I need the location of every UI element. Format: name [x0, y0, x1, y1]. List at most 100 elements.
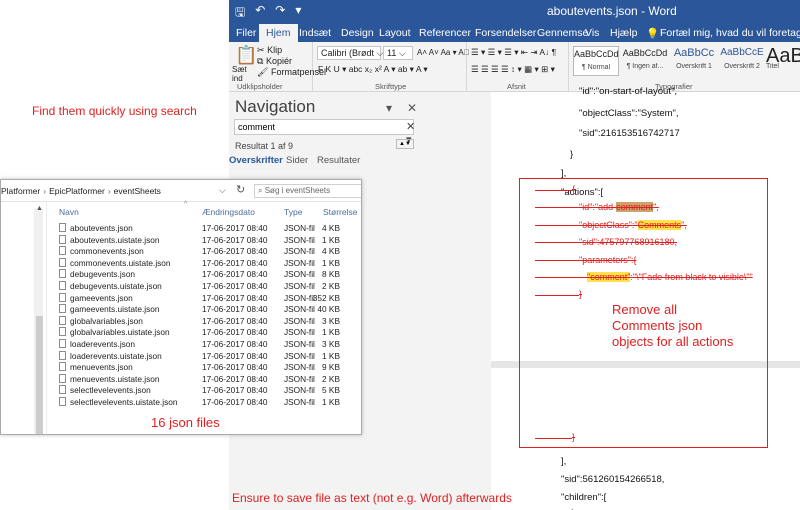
- style-heading-2[interactable]: AaBbCcE Overskrift 2: [719, 46, 765, 76]
- file-icon: [59, 281, 66, 290]
- annotation-remove: Remove all Comments json objects for all…: [612, 302, 733, 350]
- tab-design[interactable]: Design: [341, 27, 374, 39]
- screenshot-root: 🖫 ↶ ↷ ▾ aboutevents.json - Word Filer Hj…: [0, 0, 800, 510]
- file-size: 1 KB: [322, 397, 340, 407]
- style-name: Overskrift 1: [676, 63, 712, 70]
- column-header-type[interactable]: Type: [284, 207, 302, 217]
- search-icon: ⌕: [258, 186, 263, 195]
- style-heading-1[interactable]: AaBbCc Overskrift 1: [671, 46, 717, 76]
- breadcrumb[interactable]: Platformer › EpicPlatformer › eventSheets: [1, 186, 161, 196]
- tab-layout[interactable]: Layout: [379, 27, 411, 39]
- font-name-select[interactable]: Calibri (Brødt ⌵: [317, 46, 383, 60]
- table-row[interactable]: menuevents.uistate.json 17-06-2017 08:40 J…: [53, 373, 361, 385]
- table-row[interactable]: aboutevents.json 17-06-2017 08:40 JSON-fil…: [53, 222, 361, 234]
- table-row[interactable]: globalvariables.uistate.json 17-06-2017 0…: [53, 326, 361, 338]
- result-nav-arrows[interactable]: ▲▼: [396, 139, 414, 149]
- file-icon: [59, 304, 66, 314]
- redo-icon[interactable]: ↷: [275, 3, 285, 24]
- address-dropdown-icon[interactable]: ⌵: [219, 185, 226, 196]
- table-row[interactable]: commonevents.uistate.json 17-06-2017 08:4…: [53, 257, 361, 269]
- tell-me-search[interactable]: Fortæl mig, hvad du vil foretage dig: [660, 27, 800, 39]
- table-row[interactable]: gameevents.json 17-06-2017 08:40 JSON-fil 3…: [53, 292, 361, 304]
- table-row[interactable]: debugevents.json 17-06-2017 08:40 JSON-fil…: [53, 268, 361, 280]
- search-placeholder: Søg i eventSheets: [264, 186, 331, 195]
- table-row[interactable]: selectlevelevents.uistate.json 17-06-2017…: [53, 396, 361, 408]
- style-preview: AaBbCc: [673, 47, 715, 59]
- refresh-icon[interactable]: ↻: [236, 183, 245, 196]
- file-date: 17-06-2017 08:40: [202, 327, 268, 338]
- paste-button[interactable]: Sæt ind: [232, 65, 254, 83]
- table-row[interactable]: debugevents.uistate.json 17-06-2017 08:40…: [53, 280, 361, 292]
- file-size: 9 KB: [322, 362, 340, 373]
- save-icon[interactable]: 🖫: [235, 3, 245, 24]
- table-row[interactable]: aboutevents.uistate.json 17-06-2017 08:40…: [53, 234, 361, 246]
- tab-hjem[interactable]: Hjem: [259, 24, 298, 42]
- breadcrumb-separator: ›: [107, 186, 111, 196]
- cut-label: Klip: [267, 45, 283, 55]
- font-size-select[interactable]: 11 ⌵: [383, 46, 413, 60]
- nav-tab-headings[interactable]: Overskrifter: [229, 155, 283, 166]
- file-size: 2 KB: [322, 281, 340, 291]
- table-row[interactable]: gameevents.uistate.json 17-06-2017 08:40 J…: [53, 303, 361, 315]
- style-title[interactable]: AaB Titel: [766, 46, 800, 76]
- tab-gennemse[interactable]: Gennemse: [537, 27, 588, 39]
- breadcrumb-item[interactable]: EpicPlatformer: [49, 186, 105, 196]
- search-result-count: Resultat 1 af 9: [235, 141, 294, 151]
- cut-button[interactable]: ✂ Klip: [257, 45, 282, 56]
- file-name: globalvariables.json: [70, 315, 143, 326]
- column-header-date[interactable]: Ændringsdato: [202, 207, 255, 217]
- table-row[interactable]: globalvariables.json 17-06-2017 08:40 JSON…: [53, 315, 361, 327]
- pane-options-icon[interactable]: ▾: [386, 101, 392, 115]
- file-date: 17-06-2017 08:40: [202, 373, 268, 384]
- close-pane-icon[interactable]: ✕: [407, 101, 417, 115]
- file-size: 1 KB: [322, 350, 340, 361]
- file-date: 17-06-2017 08:40: [202, 304, 268, 315]
- tab-forsendelser[interactable]: Forsendelser: [475, 27, 536, 39]
- clipboard-group: 📋 Sæt ind ✂ Klip ⧉ Kopiér 🖌 Formatpensel…: [229, 42, 326, 92]
- table-row[interactable]: commonevents.json 17-06-2017 08:40 JSON-fi…: [53, 245, 361, 257]
- file-icon: [59, 223, 66, 232]
- file-name: debugevents.uistate.json: [70, 281, 162, 291]
- para-row2-controls[interactable]: ☰ ☰ ☰ ☰ ↕ ▾ ▦ ▾ ⊞ ▾: [471, 64, 555, 75]
- file-name: globalvariables.uistate.json: [70, 327, 170, 338]
- style-normal[interactable]: AaBbCcDd ¶ Normal: [573, 46, 619, 76]
- file-name: selectlevelevents.json: [70, 385, 151, 396]
- style-no-spacing[interactable]: AaBbCcDd ¶ Ingen af...: [622, 46, 668, 76]
- copy-button[interactable]: ⧉ Kopiér: [257, 56, 292, 67]
- column-header-name[interactable]: Navn: [59, 207, 79, 217]
- copy-icon: ⧉: [257, 56, 264, 66]
- explorer-search-input[interactable]: ⌕ Søg i eventSheets: [254, 184, 361, 198]
- table-row[interactable]: loaderevents.uistate.json 17-06-2017 08:4…: [53, 350, 361, 362]
- paragraph-group: ☰ ▾ ☰ ▾ ☰ ▾ ⇤ ⇥ A↓ ¶ ☰ ☰ ☰ ☰ ↕ ▾ ▦ ▾ ⊞ ▾…: [467, 42, 569, 92]
- tab-referencer[interactable]: Referencer: [419, 27, 471, 39]
- table-row[interactable]: loaderevents.json 17-06-2017 08:40 JSON-fi…: [53, 338, 361, 350]
- para-row1-controls[interactable]: ☰ ▾ ☰ ▾ ☰ ▾ ⇤ ⇥ A↓ ¶: [471, 47, 556, 58]
- file-date: 17-06-2017 08:40: [202, 350, 268, 361]
- file-name: menuevents.uistate.json: [70, 373, 160, 384]
- tab-filer[interactable]: Filer: [236, 27, 256, 39]
- file-date: 17-06-2017 08:40: [202, 315, 268, 326]
- file-name: commonevents.uistate.json: [70, 257, 171, 268]
- nav-tab-pages[interactable]: Sider: [286, 155, 308, 166]
- font-row2-controls[interactable]: F K U ▾ abc x₂ x² A ▾ ab ▾ A ▾: [318, 64, 428, 75]
- breadcrumb-item[interactable]: eventSheets: [114, 186, 161, 196]
- undo-icon[interactable]: ↶: [255, 3, 265, 24]
- tab-hjaelp[interactable]: Hjælp: [610, 27, 637, 39]
- font-group-label: Skrifttype: [375, 82, 407, 91]
- file-size: 3 KB: [322, 315, 340, 326]
- column-header-size[interactable]: Størrelse: [323, 207, 357, 217]
- file-name: gameevents.uistate.json: [70, 304, 160, 315]
- navigation-search-input[interactable]: comment ✕ ▾: [234, 119, 415, 146]
- breadcrumb-item[interactable]: Platformer: [1, 186, 40, 196]
- customize-qat-icon[interactable]: ▾: [295, 3, 301, 24]
- font-row1-controls[interactable]: A˄ A˅ Aa ▾ A⃝: [417, 48, 470, 57]
- scroll-up-icon[interactable]: ▲: [36, 205, 43, 212]
- file-name: menuevents.json: [70, 362, 133, 373]
- tab-indsaet[interactable]: Indsæt: [299, 27, 331, 39]
- tab-vis[interactable]: Vis: [585, 27, 599, 39]
- table-row[interactable]: menuevents.json 17-06-2017 08:40 JSON-fil 9…: [53, 361, 361, 373]
- scrollbar-thumb[interactable]: [36, 316, 43, 434]
- annotation-remove-line: Comments json: [612, 318, 703, 333]
- table-row[interactable]: selectlevelevents.json 17-06-2017 08:40 JS…: [53, 384, 361, 396]
- nav-tab-results[interactable]: Resultater: [317, 155, 360, 166]
